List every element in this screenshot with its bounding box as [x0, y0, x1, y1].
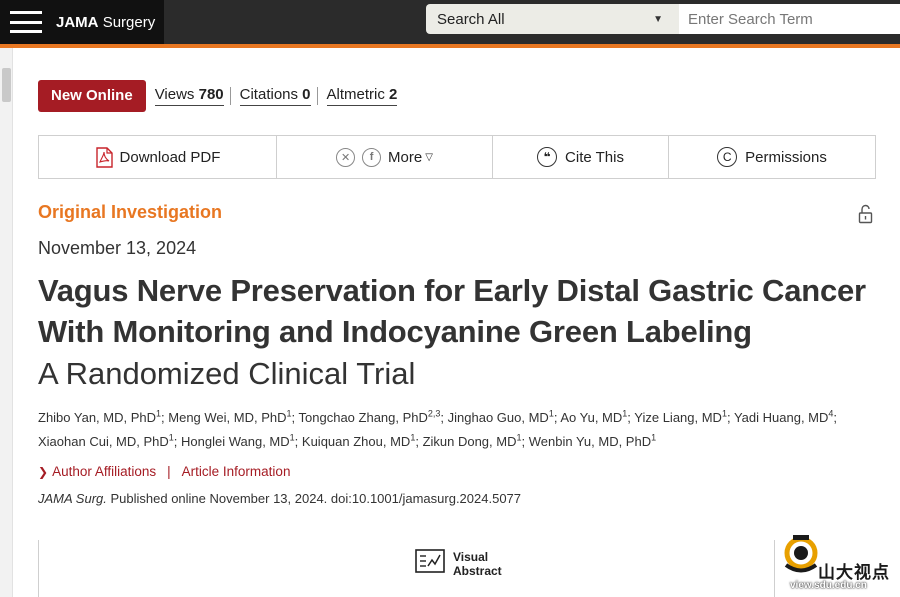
- journal-abbreviation: JAMA Surg.: [38, 491, 107, 506]
- author-name[interactable]: Ao Yu, MD: [560, 410, 622, 425]
- hamburger-icon[interactable]: [10, 11, 44, 33]
- publication-date: November 13, 2024: [38, 238, 197, 258]
- copyright-icon: C: [717, 147, 738, 167]
- visual-abstract-line1: Visual: [453, 549, 489, 564]
- dropdown-caret-icon: ▼: [653, 13, 663, 25]
- citation-details: Published online November 13, 2024. doi:…: [106, 491, 522, 506]
- chevron-right-icon: ❯: [38, 464, 49, 479]
- x-social-icon[interactable]: ✕: [336, 147, 356, 167]
- author-name[interactable]: Tongchao Zhang, PhD: [299, 410, 428, 425]
- visual-abstract-panel: [38, 540, 775, 597]
- author-name[interactable]: Kuiquan Zhou, MD: [302, 434, 410, 449]
- author-affiliation-number: 1: [622, 408, 628, 419]
- download-pdf-button[interactable]: Download PDF: [39, 136, 277, 178]
- author-affiliation-number: 1: [516, 432, 522, 443]
- permissions-label: Permissions: [745, 148, 827, 166]
- visual-abstract-icon: [415, 549, 445, 578]
- affiliation-links: ❯ Author Affiliations | Article Informat…: [38, 464, 290, 479]
- author-name[interactable]: Wenbin Yu, MD, PhD: [529, 434, 651, 449]
- metrics-row: New Online Views 780 Citations 0 Altmetr…: [38, 80, 398, 112]
- altmetric-value: 2: [389, 86, 398, 103]
- author-affiliation-number: 4: [828, 408, 834, 419]
- author-affiliation-number: 1: [156, 408, 162, 419]
- pdf-icon: [95, 146, 113, 168]
- cite-this-label: Cite This: [565, 148, 624, 166]
- search-scope-value: Search All: [437, 10, 505, 28]
- search-area: Search All ▼: [426, 4, 900, 34]
- author-affiliation-number: 1: [289, 432, 295, 443]
- permissions-button[interactable]: C Permissions: [669, 136, 875, 178]
- link-separator: |: [167, 464, 171, 479]
- article-subtitle: A Randomized Clinical Trial: [38, 356, 416, 391]
- orange-divider: [0, 44, 900, 48]
- scrollbar[interactable]: [0, 48, 13, 597]
- citations-value: 0: [302, 86, 311, 103]
- citation-line: JAMA Surg. Published online November 13,…: [38, 491, 521, 506]
- author-affiliation-number: 1: [721, 408, 727, 419]
- author-name[interactable]: Yadi Huang, MD: [734, 410, 828, 425]
- author-name[interactable]: Meng Wei, MD, PhD: [168, 410, 286, 425]
- facebook-icon[interactable]: f: [362, 147, 382, 167]
- views-value: 780: [198, 86, 224, 103]
- new-online-badge: New Online: [38, 80, 146, 112]
- article-title: Vagus Nerve Preservation for Early Dista…: [38, 273, 866, 349]
- download-pdf-label: Download PDF: [119, 148, 221, 166]
- altmetric-label: Altmetric: [326, 86, 385, 103]
- search-scope-select[interactable]: Search All ▼: [426, 4, 679, 34]
- article-toolbar: Download PDF ✕ f More ▽ ❝ Cite This C Pe…: [38, 135, 876, 179]
- chevron-down-icon: ▽: [425, 151, 433, 163]
- journal-brand[interactable]: JAMA Surgery: [56, 14, 155, 31]
- share-more-button[interactable]: ✕ f More ▽: [277, 136, 493, 178]
- author-name[interactable]: Zikun Dong, MD: [423, 434, 517, 449]
- author-affiliation-number: 2,3: [427, 408, 441, 419]
- watermark-url: view.sdu.edu.cn: [790, 580, 867, 591]
- altmetric-metric[interactable]: Altmetric 2: [326, 86, 398, 106]
- author-list: Zhibo Yan, MD, PhD1; Meng Wei, MD, PhD1;…: [38, 408, 838, 449]
- visual-abstract-button[interactable]: Visual Abstract: [415, 549, 502, 578]
- metric-separator: [229, 87, 231, 105]
- author-affiliation-number: 1: [168, 432, 174, 443]
- author-affiliation-number: 1: [548, 408, 554, 419]
- article-information-link[interactable]: Article Information: [182, 464, 291, 479]
- scrollbar-thumb[interactable]: [2, 68, 11, 102]
- sdu-logo-icon: [784, 535, 818, 573]
- visual-abstract-label: Visual Abstract: [453, 550, 502, 578]
- brand-suffix: Surgery: [102, 13, 156, 31]
- author-affiliations-link[interactable]: Author Affiliations: [52, 464, 156, 479]
- brand-prefix: JAMA: [56, 13, 99, 31]
- author-name[interactable]: Honglei Wang, MD: [181, 434, 290, 449]
- cite-this-button[interactable]: ❝ Cite This: [493, 136, 669, 178]
- search-input[interactable]: [679, 4, 900, 34]
- watermark: 山大视点 view.sdu.edu.cn: [780, 532, 900, 597]
- metric-separator: [316, 87, 318, 105]
- top-navigation-bar: JAMA Surgery Search All ▼: [0, 0, 900, 44]
- brand-block: JAMA Surgery: [0, 0, 164, 44]
- author-affiliation-number: 1: [651, 432, 657, 443]
- author-name[interactable]: Jinghao Guo, MD: [448, 410, 549, 425]
- more-label: More: [388, 148, 423, 166]
- views-label: Views: [154, 86, 195, 103]
- quote-icon: ❝: [537, 147, 558, 167]
- author-name[interactable]: Yize Liang, MD: [634, 410, 722, 425]
- citations-metric[interactable]: Citations 0: [239, 86, 311, 106]
- unlock-icon: [858, 204, 873, 229]
- author-name[interactable]: Zhibo Yan, MD, PhD: [38, 410, 156, 425]
- author-name[interactable]: Xiaohan Cui, MD, PhD: [38, 434, 169, 449]
- visual-abstract-line2: Abstract: [453, 563, 502, 578]
- article-type: Original Investigation: [38, 202, 223, 222]
- author-affiliation-number: 1: [410, 432, 416, 443]
- views-metric[interactable]: Views 780: [154, 86, 224, 106]
- citations-label: Citations: [239, 86, 298, 103]
- author-affiliation-number: 1: [286, 408, 292, 419]
